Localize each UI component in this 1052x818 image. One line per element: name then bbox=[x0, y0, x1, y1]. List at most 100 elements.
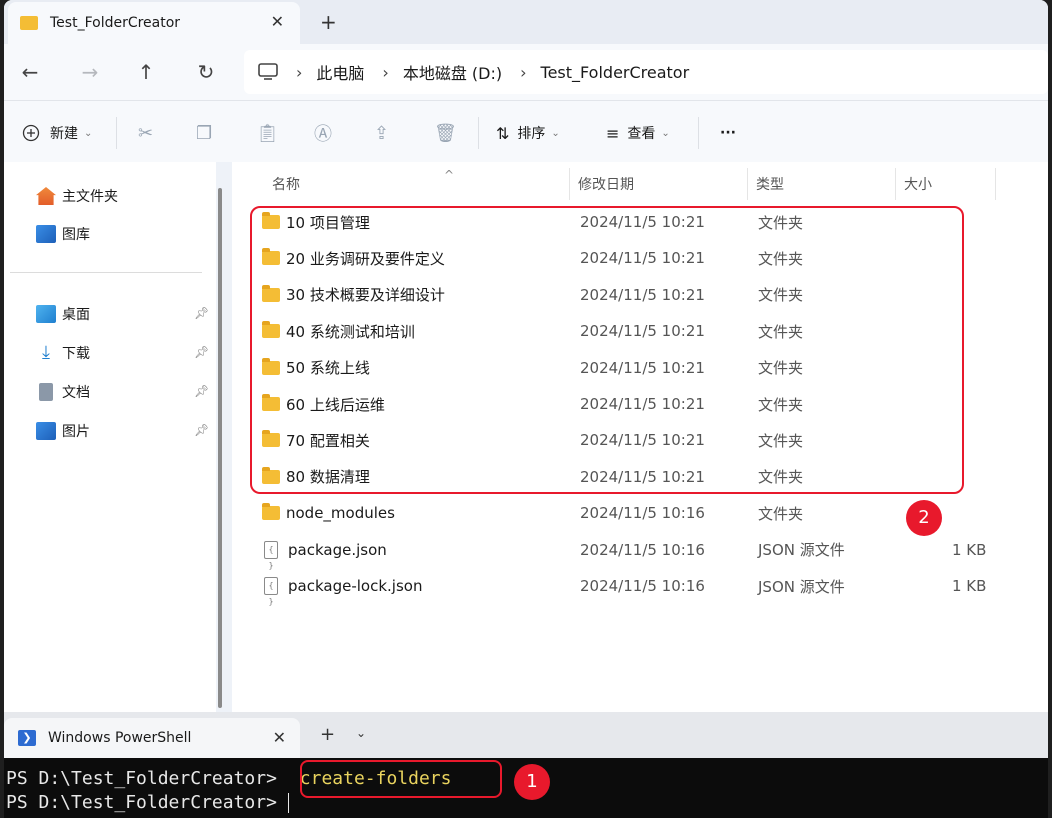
file-name: package-lock.json bbox=[288, 577, 423, 595]
view-button[interactable]: ≡ 查看 ⌄ bbox=[606, 119, 670, 147]
paste-icon[interactable]: 📋︎ bbox=[256, 119, 279, 147]
column-header-label: 类型 bbox=[756, 177, 784, 193]
file-row[interactable]: { } package.json 2024/11/5 10:16 JSON 源文件 1 … bbox=[252, 532, 992, 570]
pictures-icon bbox=[36, 422, 56, 440]
more-options-button[interactable]: ··· bbox=[720, 119, 736, 147]
file-type: JSON 源文件 bbox=[758, 541, 845, 560]
terminal-prompt: PS D:\Test_FolderCreator> bbox=[6, 792, 288, 813]
terminal-tab[interactable]: ❯ Windows PowerShell ✕ bbox=[4, 718, 300, 758]
file-explorer-window: Test_FolderCreator ✕ + ← → ↑ ↻ › 此电脑 › 本… bbox=[4, 0, 1048, 712]
sidebar-item-label: 文档 bbox=[62, 385, 90, 401]
plus-circle-icon bbox=[22, 124, 40, 142]
file-row[interactable]: node_modules 2024/11/5 10:16 文件夹 bbox=[252, 495, 992, 531]
chevron-right-icon: › bbox=[520, 62, 527, 82]
chevron-down-icon[interactable]: ⌄ bbox=[356, 726, 366, 740]
pin-icon[interactable]: 📌︎ bbox=[194, 306, 209, 320]
column-header-date[interactable]: 修改日期 bbox=[570, 168, 748, 200]
toolbar-divider bbox=[116, 117, 117, 149]
powershell-window: ❯ Windows PowerShell ✕ + ⌄ PS D:\Test_Fo… bbox=[4, 712, 1048, 818]
highlight-command bbox=[300, 760, 502, 798]
new-tab-button[interactable]: + bbox=[320, 10, 337, 34]
chevron-down-icon: ⌄ bbox=[551, 127, 560, 139]
explorer-tab-bar: Test_FolderCreator ✕ + bbox=[4, 0, 1048, 44]
file-name: package.json bbox=[288, 540, 387, 559]
new-button[interactable]: 新建 ⌄ bbox=[22, 119, 92, 147]
column-header-size[interactable]: 大小 bbox=[896, 168, 996, 200]
navigation-pane: 主文件夹 图库 桌面 📌︎ ⤓ 下载 📌︎ 文档 📌︎ 图片 📌︎ bbox=[4, 162, 222, 712]
file-modified-date: 2024/11/5 10:16 bbox=[580, 540, 705, 559]
file-name-cell: { } package.json bbox=[262, 540, 387, 570]
view-button-label: 查看 bbox=[627, 126, 656, 142]
column-header-name[interactable]: 名称 ^ bbox=[264, 168, 570, 200]
terminal-tab-title: Windows PowerShell bbox=[48, 730, 192, 746]
forward-arrow-icon[interactable]: → bbox=[76, 58, 104, 86]
copy-icon[interactable]: ❐ bbox=[196, 119, 212, 147]
toolbar-divider bbox=[478, 117, 479, 149]
breadcrumb-current-folder[interactable]: Test_FolderCreator bbox=[541, 63, 690, 82]
step-badge-1: 1 bbox=[514, 764, 550, 800]
explorer-tab[interactable]: Test_FolderCreator ✕ bbox=[8, 2, 300, 44]
column-header-label: 名称 bbox=[272, 177, 300, 193]
sidebar-item-label: 下载 bbox=[62, 346, 90, 362]
new-terminal-tab-button[interactable]: + bbox=[320, 724, 335, 745]
document-icon bbox=[39, 383, 53, 401]
sort-ascending-icon: ^ bbox=[444, 168, 455, 182]
share-icon[interactable]: ⇪ bbox=[374, 119, 389, 147]
breadcrumb-this-pc[interactable]: 此电脑 bbox=[316, 60, 364, 84]
sidebar-item-documents[interactable]: 文档 bbox=[36, 380, 90, 404]
address-bar[interactable]: › 此电脑 › 本地磁盘 (D:) › Test_FolderCreator bbox=[244, 50, 1048, 94]
sort-button[interactable]: ⇅ 排序 ⌄ bbox=[496, 119, 560, 147]
new-button-label: 新建 bbox=[50, 126, 78, 142]
powershell-icon: ❯ bbox=[18, 730, 36, 746]
sidebar-item-gallery[interactable]: 图库 bbox=[36, 222, 90, 246]
sidebar-item-label: 图库 bbox=[62, 227, 90, 243]
view-list-icon: ≡ bbox=[606, 123, 620, 143]
rename-icon[interactable]: Ⓐ bbox=[314, 119, 332, 147]
command-bar: 新建 ⌄ ✂ ❐ 📋︎ Ⓐ ⇪ 🗑︎ ⇅ 排序 ⌄ ≡ 查看 ⌄ ··· bbox=[4, 100, 1048, 162]
download-icon: ⤓ bbox=[42, 342, 50, 363]
sidebar-item-home[interactable]: 主文件夹 bbox=[36, 184, 118, 208]
navigation-bar: ← → ↑ ↻ › 此电脑 › 本地磁盘 (D:) › Test_FolderC… bbox=[4, 44, 1048, 100]
terminal-tab-bar: ❯ Windows PowerShell ✕ + ⌄ bbox=[4, 712, 1048, 758]
column-header-type[interactable]: 类型 bbox=[748, 168, 896, 200]
sidebar-divider bbox=[10, 272, 202, 273]
step-badge-2: 2 bbox=[906, 500, 942, 536]
pin-icon[interactable]: 📌︎ bbox=[194, 345, 209, 359]
cut-icon[interactable]: ✂ bbox=[138, 119, 153, 147]
file-row[interactable]: { } package-lock.json 2024/11/5 10:16 JSON … bbox=[252, 568, 992, 606]
folder-icon bbox=[262, 503, 280, 521]
sidebar-item-label: 主文件夹 bbox=[62, 189, 118, 205]
computer-icon bbox=[258, 63, 278, 80]
sort-icon: ⇅ bbox=[496, 123, 510, 143]
sidebar-scrollbar[interactable] bbox=[218, 188, 222, 708]
delete-icon[interactable]: 🗑︎ bbox=[434, 119, 457, 147]
up-arrow-icon[interactable]: ↑ bbox=[132, 58, 160, 86]
close-icon[interactable]: ✕ bbox=[273, 728, 286, 747]
column-header-label: 大小 bbox=[904, 177, 932, 193]
terminal-line-2[interactable]: PS D:\Test_FolderCreator> bbox=[6, 792, 289, 813]
folder-icon bbox=[20, 16, 38, 30]
file-name-cell: node_modules bbox=[262, 503, 395, 523]
sort-button-label: 排序 bbox=[517, 126, 546, 142]
gallery-icon bbox=[36, 225, 56, 243]
file-size: 1 KB bbox=[952, 540, 987, 559]
json-file-icon: { } bbox=[264, 577, 278, 606]
pin-icon[interactable]: 📌︎ bbox=[194, 423, 209, 437]
breadcrumb-drive-d[interactable]: 本地磁盘 (D:) bbox=[403, 60, 502, 84]
text-cursor bbox=[287, 793, 289, 813]
chevron-right-icon: › bbox=[382, 62, 389, 82]
file-size: 1 KB bbox=[952, 577, 987, 595]
explorer-tab-title: Test_FolderCreator bbox=[50, 15, 181, 31]
terminal-prompt: PS D:\Test_FolderCreator> bbox=[6, 768, 288, 789]
chevron-down-icon: ⌄ bbox=[84, 127, 93, 139]
close-icon[interactable]: ✕ bbox=[271, 12, 284, 31]
chevron-right-icon: › bbox=[296, 62, 303, 82]
sidebar-item-downloads[interactable]: ⤓ 下载 bbox=[36, 341, 90, 365]
refresh-icon[interactable]: ↻ bbox=[192, 58, 220, 86]
back-arrow-icon[interactable]: ← bbox=[16, 58, 44, 86]
pin-icon[interactable]: 📌︎ bbox=[194, 384, 209, 398]
file-name-cell: { } package-lock.json bbox=[262, 577, 423, 606]
sidebar-item-pictures[interactable]: 图片 bbox=[36, 419, 90, 443]
file-name: node_modules bbox=[286, 504, 395, 523]
sidebar-item-desktop[interactable]: 桌面 bbox=[36, 302, 90, 326]
